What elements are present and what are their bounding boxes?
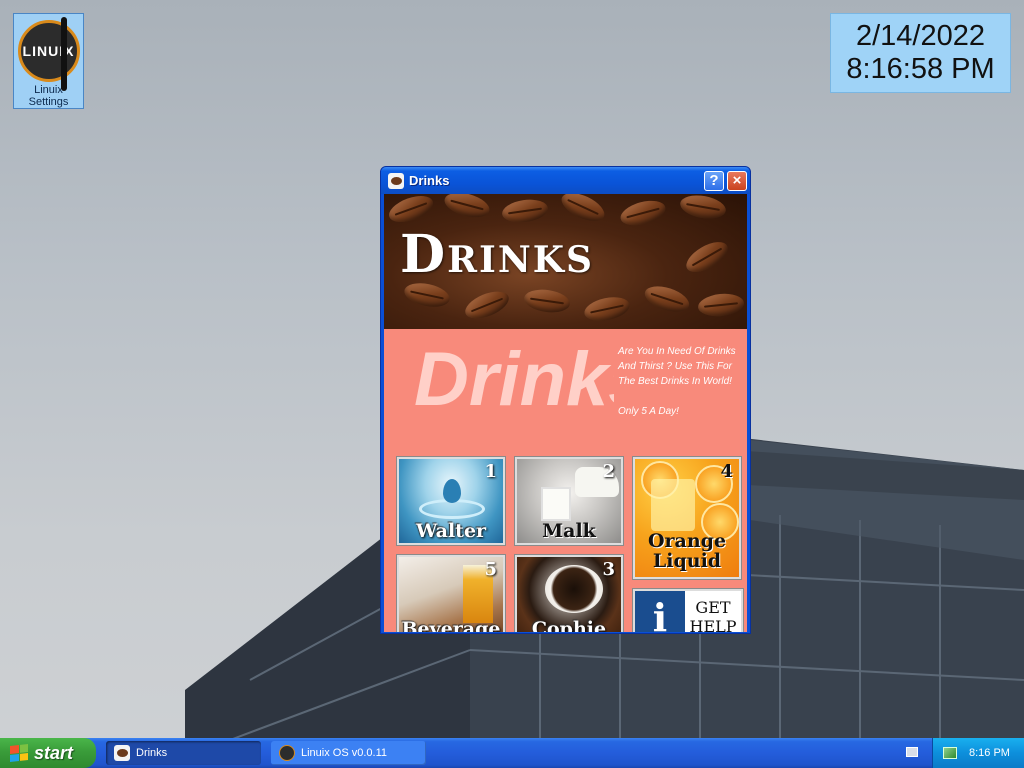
help-button[interactable]: ?: [704, 170, 724, 191]
close-button[interactable]: ×: [727, 170, 747, 191]
keyboard-icon[interactable]: [906, 747, 918, 757]
tile-number: 2: [602, 461, 615, 482]
water-drop-icon: [443, 479, 461, 503]
windows-flag-icon: [10, 744, 28, 762]
start-label: start: [34, 742, 74, 763]
tray-clock[interactable]: 8:16 PM: [969, 747, 1010, 759]
tile-number: 1: [484, 461, 497, 482]
coffee-bean-icon: [114, 745, 130, 761]
start-button[interactable]: start: [0, 738, 96, 768]
linuix-logo-icon: [279, 745, 295, 761]
clock-widget: 2/14/2022 8:16:58 PM: [830, 13, 1011, 93]
taskbar-item-label: Linuix OS v0.0.11: [301, 747, 388, 759]
tile-number: 5: [484, 559, 497, 580]
system-tray: 8:16 PM: [932, 738, 1024, 768]
promo-tag: Only 5 A Day!: [618, 406, 679, 417]
tile-label: Beverage: [401, 618, 501, 632]
drink-tile-walter[interactable]: 1 Walter: [397, 457, 505, 545]
taskbar-item-drinks[interactable]: Drinks: [106, 741, 261, 765]
orange-juice-glass-icon: [651, 479, 695, 531]
network-icon[interactable]: [943, 747, 957, 759]
promo-text: Are You In Need Of Drinks And Thirst ? U…: [618, 346, 736, 387]
big-drinks-word: Drinks: [414, 337, 614, 422]
window-client-area: Drinks Drinks Are You In Need Of Drinks …: [384, 194, 747, 632]
coffee-bean-icon: [388, 172, 404, 189]
tile-label: Walter: [415, 520, 487, 542]
tile-number: 3: [602, 559, 615, 580]
get-help-button[interactable]: i GET HELP: [633, 589, 743, 632]
drink-tile-cophie[interactable]: 3 Cophie: [515, 555, 623, 632]
tile-number: 4: [720, 461, 733, 482]
coffee-beans-banner: Drinks: [384, 194, 747, 329]
get-help-label: GET HELP: [689, 598, 737, 632]
tile-label: Cophie: [531, 618, 607, 632]
tile-label: Malk: [542, 520, 596, 542]
window-titlebar[interactable]: Drinks ? ×: [381, 167, 750, 194]
drink-tile-beverage[interactable]: 5 Beverage: [397, 555, 505, 632]
banner-title: Drinks: [400, 224, 595, 285]
taskbar-item-linuix-os[interactable]: Linuix OS v0.0.11: [271, 741, 426, 765]
info-icon: i: [635, 591, 685, 632]
clock-time: 8:16:58 PM: [846, 53, 995, 85]
drinks-window: Drinks ? × Drinks Drinks Are You In Need…: [380, 166, 751, 634]
desktop-icon-linuix-settings[interactable]: LINUIX Linuix Settings: [13, 13, 84, 109]
coffee-cup-icon: [545, 565, 603, 613]
clock-date: 2/14/2022: [855, 20, 985, 52]
drink-tile-orange-liquid[interactable]: 4 Orange Liquid: [633, 457, 741, 579]
linuix-logo-icon: LINUIX: [17, 17, 80, 91]
taskbar-item-label: Drinks: [136, 747, 168, 759]
tile-label: Orange Liquid: [647, 530, 727, 572]
promo-text-block: Are You In Need Of Drinks And Thirst ? U…: [618, 344, 747, 419]
taskbar: start Drinks Linuix OS v0.0.11: [0, 738, 1024, 768]
drink-tile-malk[interactable]: 2 Malk: [515, 457, 623, 545]
window-title: Drinks: [409, 173, 450, 188]
